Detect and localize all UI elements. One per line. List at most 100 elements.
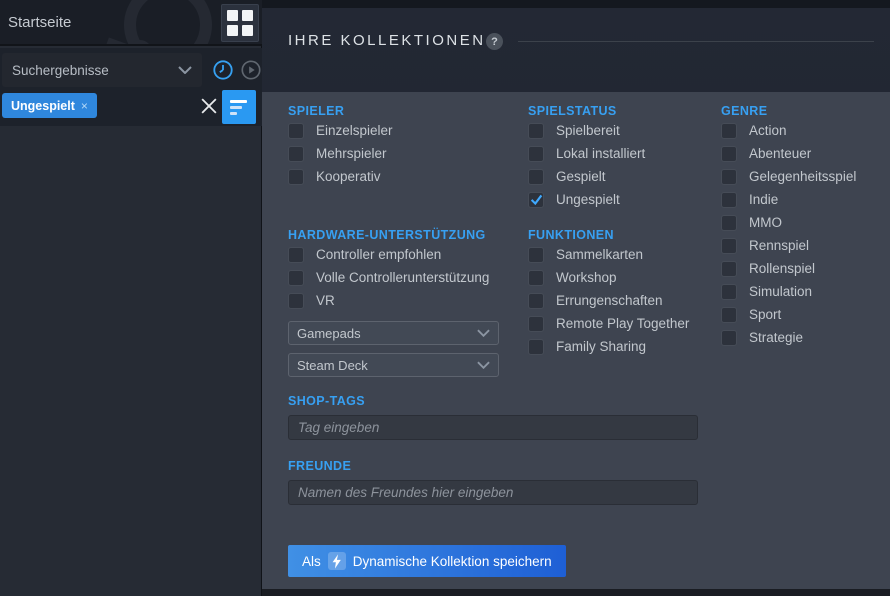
checkbox-workshop[interactable] (528, 269, 544, 286)
checkbox-label: Indie (749, 192, 779, 207)
filter-panel: SPIELER Einzelspieler Mehrspieler Kooper… (262, 92, 890, 589)
gamepads-dropdown[interactable]: Gamepads (288, 321, 499, 345)
steam-deck-dropdown[interactable]: Steam Deck (288, 353, 499, 377)
chevron-down-icon (178, 66, 192, 74)
checkbox-abenteuer[interactable] (721, 145, 737, 162)
checkbox-row[interactable]: Gespielt (528, 165, 689, 188)
checkbox-row[interactable]: Action (721, 119, 856, 142)
filter-column-3: GENRE Action Abenteuer Gelegenheitsspiel… (721, 103, 856, 349)
gamepads-dropdown-value: Gamepads (297, 325, 361, 341)
home-link[interactable]: Startseite (8, 14, 71, 31)
save-dynamic-collection-button[interactable]: Als Dynamische Kollektion speichern (288, 545, 566, 577)
checkbox-row[interactable]: Gelegenheitsspiel (721, 165, 856, 188)
checkbox-row[interactable]: Spielbereit (528, 119, 689, 142)
sidebar: Startseite Suchergebnisse Ungespielt × (0, 0, 262, 596)
content-behind-panel (262, 589, 890, 596)
checkbox-rennspiel[interactable] (721, 237, 737, 254)
checkbox-label: Family Sharing (556, 339, 647, 354)
checkbox-label: Mehrspieler (316, 146, 387, 161)
checkbox-row[interactable]: MMO (721, 211, 856, 234)
section-title-spielstatus: SPIELSTATUS (528, 104, 617, 118)
checkbox-label: VR (316, 293, 335, 308)
checkbox-errungenschaften[interactable] (528, 292, 544, 309)
grid-icon (227, 10, 253, 36)
section-title-shop-tags: SHOP-TAGS (288, 394, 365, 408)
checkbox-row[interactable]: Abenteuer (721, 142, 856, 165)
checkbox-label: Sammelkarten (556, 247, 644, 262)
checkbox-label: Abenteuer (749, 146, 812, 161)
section-title-funktionen: FUNKTIONEN (528, 228, 614, 242)
checkbox-label: Spielbereit (556, 123, 620, 138)
checkbox-sammelkarten[interactable] (528, 246, 544, 263)
checkbox-label: Rollenspiel (749, 261, 816, 276)
play-next-button[interactable] (239, 58, 263, 82)
checkbox-row[interactable]: Simulation (721, 280, 856, 303)
chip-remove-icon[interactable]: × (81, 99, 88, 113)
checkmark-icon (530, 194, 542, 206)
checkbox-einzelspieler[interactable] (288, 122, 304, 139)
checkbox-spielbereit[interactable] (528, 122, 544, 139)
close-icon[interactable] (201, 98, 217, 114)
checkbox-label: Controller empfohlen (316, 247, 442, 262)
checkbox-label: Kooperativ (316, 169, 381, 184)
title-divider (518, 41, 874, 42)
checkbox-lokal-installiert[interactable] (528, 145, 544, 162)
checkbox-ungespielt[interactable] (528, 191, 544, 208)
filter-toggle-button[interactable] (222, 90, 256, 124)
checkbox-row[interactable]: Family Sharing (528, 335, 689, 358)
checkbox-label: Lokal installiert (556, 146, 646, 161)
checkbox-label: Strategie (749, 330, 804, 345)
chevron-down-icon (477, 329, 490, 337)
active-filters-row: Ungespielt × (0, 90, 262, 126)
checkbox-row[interactable]: Strategie (721, 326, 856, 349)
friends-input[interactable] (288, 480, 698, 505)
checkbox-row[interactable]: Remote Play Together (528, 312, 689, 335)
checkbox-row[interactable]: Lokal installiert (528, 142, 689, 165)
sidebar-header: Startseite (0, 0, 262, 46)
recent-history-button[interactable] (211, 58, 235, 82)
checkbox-rollenspiel[interactable] (721, 260, 737, 277)
chevron-down-icon (477, 361, 490, 369)
checkbox-action[interactable] (721, 122, 737, 139)
checkbox-mehrspieler[interactable] (288, 145, 304, 162)
filter-chip-label: Ungespielt (11, 98, 75, 113)
checkbox-strategie[interactable] (721, 329, 737, 346)
checkbox-vr[interactable] (288, 292, 304, 309)
checkbox-label: Errungenschaften (556, 293, 663, 308)
checkbox-row[interactable]: Sammelkarten (528, 243, 689, 266)
checkbox-controller-empfohlen[interactable] (288, 246, 304, 263)
checkbox-volle-controllerunterstuetzung[interactable] (288, 269, 304, 286)
checkbox-row[interactable]: Ungespielt (528, 188, 689, 211)
checkbox-mmo[interactable] (721, 214, 737, 231)
checkbox-simulation[interactable] (721, 283, 737, 300)
help-icon[interactable]: ? (486, 33, 503, 50)
checkbox-row[interactable]: Sport (721, 303, 856, 326)
checkbox-row[interactable]: Workshop (528, 266, 689, 289)
steam-library-window: Startseite Suchergebnisse Ungespielt × I… (0, 0, 890, 596)
checkbox-label: Simulation (749, 284, 813, 299)
checkbox-row[interactable]: Rennspiel (721, 234, 856, 257)
checkbox-indie[interactable] (721, 191, 737, 208)
checkbox-kooperativ[interactable] (288, 168, 304, 185)
collection-select[interactable]: Suchergebnisse (2, 53, 202, 87)
checkbox-label: Einzelspieler (316, 123, 393, 138)
checkbox-row[interactable]: Rollenspiel (721, 257, 856, 280)
checkbox-label: Sport (749, 307, 782, 322)
checkbox-gespielt[interactable] (528, 168, 544, 185)
lightning-icon (327, 552, 346, 570)
checkbox-row[interactable]: Indie (721, 188, 856, 211)
main-area: IHRE KOLLEKTIONEN ? SPIELER Einzelspiele… (262, 0, 890, 596)
filter-chip-ungespielt[interactable]: Ungespielt × (2, 93, 97, 118)
main-top-strip (262, 0, 890, 8)
filter-column-2: SPIELSTATUS Spielbereit Lokal installier… (528, 103, 689, 358)
checkbox-remote-play-together[interactable] (528, 315, 544, 332)
checkbox-family-sharing[interactable] (528, 338, 544, 355)
shop-tags-input[interactable] (288, 415, 698, 440)
save-button-label: Dynamische Kollektion speichern (352, 553, 552, 569)
checkbox-gelegenheitsspiel[interactable] (721, 168, 737, 185)
page-title: IHRE KOLLEKTIONEN (288, 32, 486, 49)
grid-view-button[interactable] (221, 4, 259, 42)
checkbox-sport[interactable] (721, 306, 737, 323)
checkbox-row[interactable]: Errungenschaften (528, 289, 689, 312)
checkbox-label: Gelegenheitsspiel (749, 169, 857, 184)
